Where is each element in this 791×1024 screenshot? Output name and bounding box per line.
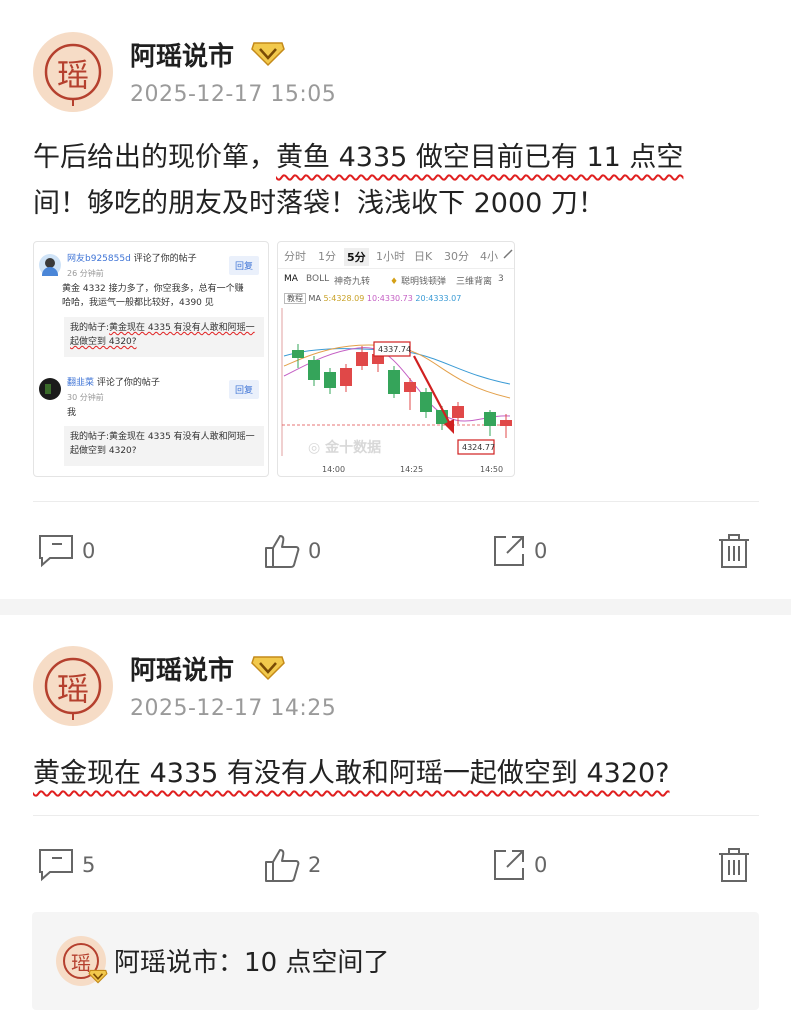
ma5-value: 5:4328.09 <box>323 294 365 303</box>
post-divider <box>33 501 759 502</box>
trash-icon <box>719 848 749 882</box>
indicator-item[interactable]: 3 <box>498 274 504 284</box>
post-text-line2: 间！够吃的朋友及时落袋！浅浅收下 2000 刀！ <box>33 188 605 219</box>
comment-icon <box>39 849 73 882</box>
trash-icon <box>719 534 749 568</box>
chart-tab[interactable]: 5分 <box>344 248 369 266</box>
post-text-highlight: 黄鱼 4335 做空目前已有 11 点空 <box>276 142 684 173</box>
thumbs-up-icon <box>265 849 300 882</box>
comment-time: 26 分钟前 <box>67 269 104 278</box>
post-text: 午后给出的现价箪，黄鱼 4335 做空目前已有 11 点空 <box>33 136 683 180</box>
indicator-item[interactable]: 三维背离 <box>456 274 492 287</box>
smart-money-icon: ♦ <box>390 277 401 287</box>
chart-tab[interactable]: 1分 <box>318 248 336 264</box>
post-text: 黄金现在 4335 有没有人敢和阿瑶一起做空到 4320? <box>33 752 670 796</box>
candle <box>388 370 400 394</box>
candle <box>356 352 368 366</box>
low-label: 4324.77 <box>462 443 495 452</box>
avatar-char: 瑶 <box>56 670 89 708</box>
candle <box>484 412 496 426</box>
comment-count: 5 <box>82 853 96 877</box>
time-tick: 14:50 <box>480 465 503 474</box>
watermark: ◎ 金十数据 <box>308 439 381 456</box>
comment-text: 黄金 4332 接力多了，你空我多，总有一个赚哈哈，我运气一般都比较好，4390… <box>62 284 244 308</box>
author-reply-box[interactable]: 瑶 阿瑶说市：10 点空间了 <box>32 912 759 1010</box>
candle <box>308 360 320 380</box>
indicator-item[interactable]: 神奇九转 <box>334 274 370 287</box>
like-button[interactable]: 0 <box>264 533 321 569</box>
quoted-post: 我的帖子:黄金现在 4335 有没有人敢和阿瑶一 起做空到 4320? <box>64 317 264 357</box>
reply-button[interactable]: 回复 <box>229 256 260 275</box>
chart-tab[interactable]: 4小 <box>480 248 498 264</box>
high-label: 4337.74 <box>378 345 411 354</box>
delete-button[interactable] <box>718 847 758 883</box>
time-tick: 14:00 <box>322 465 345 474</box>
author-name[interactable]: 阿瑶说市 <box>130 650 234 687</box>
author-name[interactable]: 阿瑶说市 <box>130 36 234 73</box>
comment-action: 评论了你的帖子 <box>133 254 197 264</box>
post-text-prefix: 午后给出的现价箪， <box>33 142 276 173</box>
avatar-char: 瑶 <box>56 56 89 94</box>
candle <box>500 420 512 426</box>
share-count: 0 <box>534 539 548 563</box>
commenter-avatar <box>39 378 61 400</box>
chart-tab[interactable]: 日K <box>414 248 432 264</box>
comment-time: 30 分钟前 <box>67 393 104 402</box>
post-time: 2025-12-17 15:05 <box>130 82 337 107</box>
reply-text: 10 点空间了 <box>244 948 390 978</box>
thumbs-up-icon <box>265 535 300 568</box>
like-button[interactable]: 2 <box>264 847 321 883</box>
commenter-avatar <box>39 254 61 276</box>
image-thumbnail-chart[interactable]: 分时 1分 5分 1小时 日K 30分 4小 MA BOLL 神奇九转 ♦ 聪明钱 顿弹 三维背离 3 … <box>277 241 515 477</box>
reply-button[interactable]: 回复 <box>229 380 260 399</box>
comment-text: 我 <box>67 408 77 418</box>
comment-button[interactable]: 0 <box>38 534 95 568</box>
delete-button[interactable] <box>718 533 758 569</box>
quoted-post: 我的帖子:黄金现在 4335 有没有人敢和阿瑶一 起做空到 4320? <box>64 426 264 466</box>
ma20-value: 20:4333.07 <box>415 294 462 303</box>
chart-tab[interactable]: 分时 <box>284 248 306 264</box>
candle <box>404 382 416 392</box>
candle <box>292 350 304 358</box>
commenter-name: 网友b925855d <box>67 254 131 264</box>
ma10-value: 10:4330.73 <box>366 294 413 303</box>
share-count: 0 <box>534 853 548 877</box>
commenter-name: 翻韭菜 <box>67 378 95 388</box>
post-separator <box>0 599 791 615</box>
comment-action: 评论了你的帖子 <box>96 378 160 388</box>
candle <box>340 368 352 386</box>
author-avatar[interactable]: 瑶 <box>33 32 113 112</box>
comment-icon <box>39 535 73 568</box>
author-avatar[interactable]: 瑶 <box>33 646 113 726</box>
reply-author[interactable]: 阿瑶说市 <box>114 948 218 978</box>
verified-badge-icon <box>251 656 285 681</box>
chart-tab[interactable]: 1小时 <box>376 248 405 264</box>
post-text-highlight: 黄金现在 4335 有没有人敢和阿瑶一起做空到 4320? <box>33 758 670 789</box>
share-icon <box>494 536 524 566</box>
indicator-item[interactable]: ♦ 聪明钱 <box>390 274 428 287</box>
like-count: 0 <box>308 539 322 563</box>
comment-button[interactable]: 5 <box>38 848 95 882</box>
image-thumbnail-comments[interactable]: 网友b925855d 评论了你的帖子 26 分钟前 回复 黄金 4332 接力多… <box>33 241 269 477</box>
share-button[interactable]: 0 <box>492 848 547 882</box>
verified-badge-icon <box>251 42 285 67</box>
indicator-item[interactable]: BOLL <box>306 274 329 284</box>
time-tick: 14:25 <box>400 465 423 474</box>
verified-badge-icon <box>88 969 108 984</box>
kline-chart: 4337.74 4324.77 ◎ 金十数据 14:00 14:25 14:50 <box>281 308 512 474</box>
indicator-item[interactable]: MA <box>284 274 298 284</box>
candle <box>452 406 464 418</box>
draw-tool-icon <box>503 249 513 259</box>
share-icon <box>494 850 524 880</box>
share-button[interactable]: 0 <box>492 534 547 568</box>
comment-count: 0 <box>82 539 96 563</box>
ma-tutorial-tag[interactable]: 教程 <box>284 293 306 304</box>
candle <box>324 372 336 388</box>
indicator-item[interactable]: 顿弹 <box>428 274 446 287</box>
chart-tab[interactable]: 30分 <box>444 248 469 264</box>
like-count: 2 <box>308 853 322 877</box>
post-divider <box>33 815 759 816</box>
candle <box>420 392 432 412</box>
post-time: 2025-12-17 14:25 <box>130 696 337 721</box>
